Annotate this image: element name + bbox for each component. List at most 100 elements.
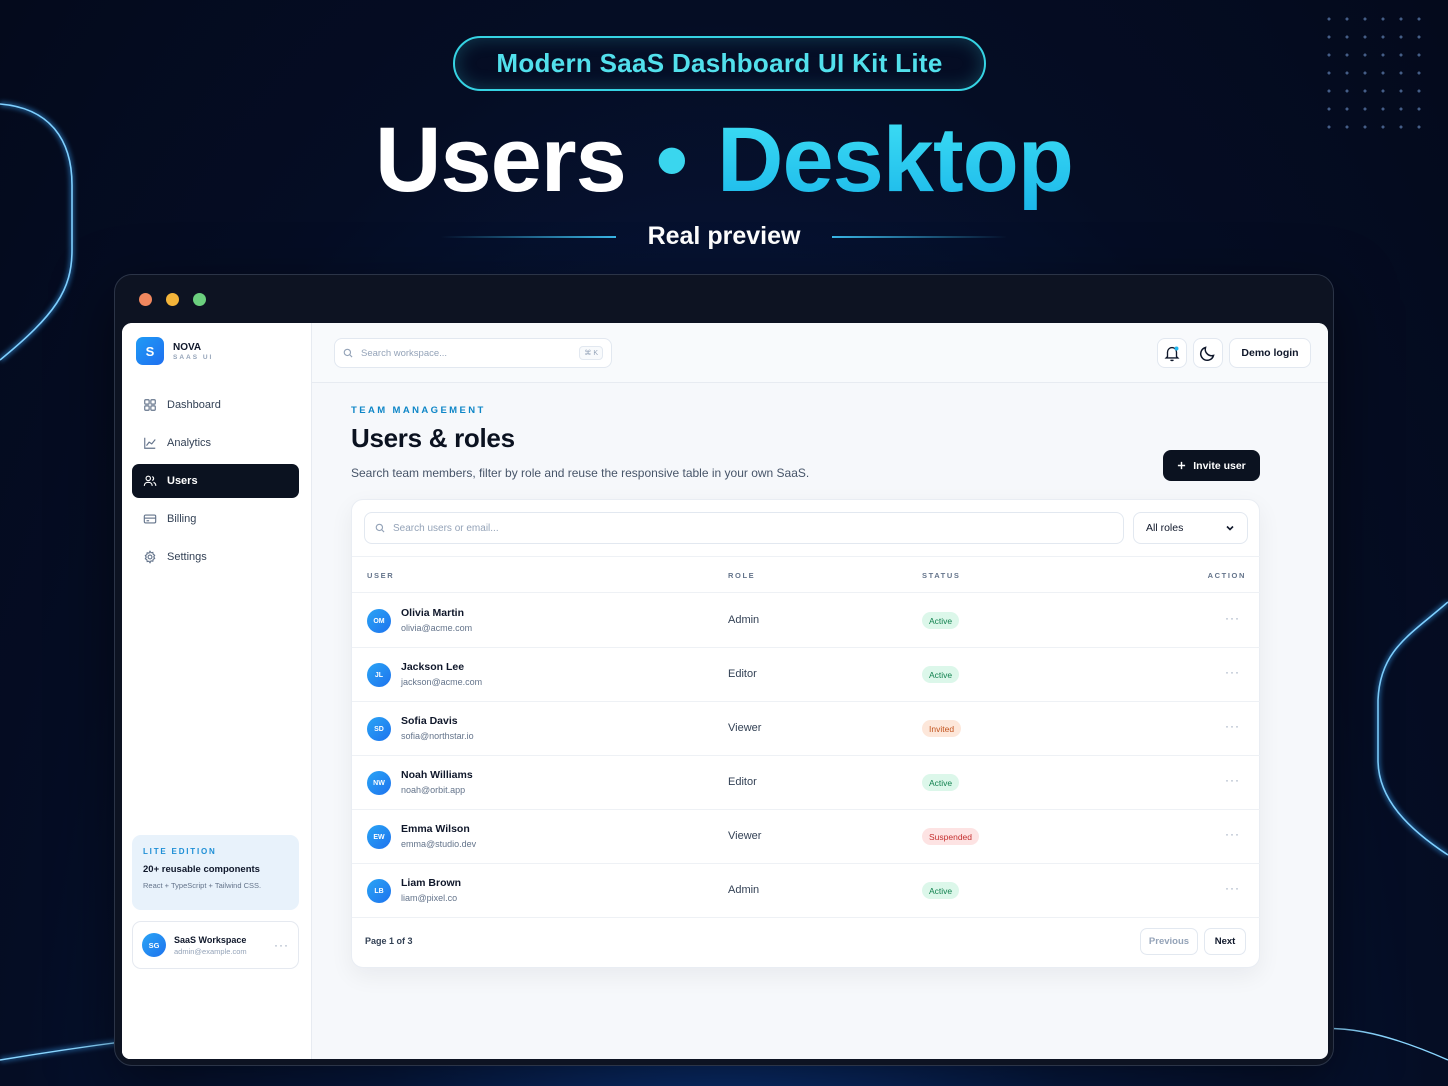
section-eyebrow: TEAM MANAGEMENT [351,405,486,416]
window-controls [139,293,206,306]
sidebar: S NOVA SAAS UI Dashboard Analytics Users [122,323,312,1059]
minimize-window-button[interactable] [166,293,179,306]
hero-title-right: Desktop [717,109,1074,211]
sidebar-nav: Dashboard Analytics Users Billing Settin… [132,388,299,578]
row-actions-more-icon[interactable]: ··· [1225,665,1240,679]
search-icon [375,523,385,533]
sidebar-item-users[interactable]: Users [132,464,299,498]
lite-edition-card: LITE EDITION 20+ reusable components Rea… [132,835,299,910]
page-title: Users & roles [351,423,515,453]
invite-user-label: Invite user [1193,459,1246,472]
workspace-email: admin@example.com [174,946,247,956]
user-email: emma@studio.dev [401,839,477,849]
settings-icon [144,550,156,564]
promo-kicker: LITE EDITION [143,847,217,856]
table-header: USER ROLE STATUS ACTION [352,556,1261,593]
user-name: Sofia Davis [401,715,458,727]
workspace-search-input[interactable]: Search workspace... ⌘ K [334,338,612,368]
avatar: OM [367,609,391,633]
topbar: Search workspace... ⌘ K Demo login [312,323,1328,383]
page-indicator: Page 1 of 3 [365,936,413,946]
promo-headline: 20+ reusable components [143,864,260,875]
workspace-switcher[interactable]: SG SaaS Workspace admin@example.com ··· [132,921,299,969]
user-name: Emma Wilson [401,823,470,835]
column-header-role: ROLE [728,571,756,580]
hero-subtitle: Real preview [647,222,801,250]
sidebar-item-label: Analytics [167,437,212,449]
previous-page-button[interactable]: Previous [1140,928,1198,955]
workspace-name: SaaS Workspace [174,934,247,945]
table-row[interactable]: SD Sofia Davis sofia@northstar.io Viewer Inv… [352,702,1261,756]
avatar: EW [367,825,391,849]
user-role: Editor [728,776,757,788]
table-row[interactable]: NW Noah Williams noah@orbit.app Editor Activ… [352,756,1261,810]
users-icon [143,475,157,486]
user-role: Viewer [728,830,762,842]
brand[interactable]: S NOVA SAAS UI [136,337,213,365]
user-role: Admin [728,614,760,626]
browser-window: S NOVA SAAS UI Dashboard Analytics Users [114,274,1334,1066]
sidebar-item-analytics[interactable]: Analytics [132,426,299,460]
shortcut-hint: ⌘ K [579,346,603,360]
notifications-button[interactable] [1157,338,1187,368]
column-header-user: USER [367,571,395,580]
avatar: SG [142,933,166,957]
status-badge: Active [922,612,960,629]
maximize-window-button[interactable] [193,293,206,306]
role-filter-select[interactable]: All roles [1133,512,1248,544]
row-actions-more-icon[interactable]: ··· [1225,719,1240,733]
avatar: LB [367,879,391,903]
user-role: Viewer [728,722,762,734]
table-row[interactable]: OM Olivia Martin olivia@acme.com Admin Activ… [352,594,1261,648]
avatar: SD [367,717,391,741]
hero-subtitle-row: Real preview [0,222,1448,251]
demo-login-button[interactable]: Demo login [1229,338,1311,368]
close-window-button[interactable] [139,293,152,306]
user-role: Editor [728,668,757,680]
search-icon [343,348,353,358]
user-name: Liam Brown [401,877,462,889]
column-header-status: STATUS [922,571,961,580]
brand-subtitle: SAAS UI [173,353,214,361]
brand-logo: S [136,337,164,365]
theme-toggle-button[interactable] [1193,338,1223,368]
sidebar-item-dashboard[interactable]: Dashboard [132,388,299,422]
invite-user-button[interactable]: Invite user [1163,450,1260,481]
user-email: noah@orbit.app [401,785,466,795]
status-badge: Active [922,882,960,899]
row-actions-more-icon[interactable]: ··· [1225,827,1240,841]
brand-name: NOVA [173,341,202,353]
sidebar-item-label: Settings [167,551,207,563]
sidebar-item-label: Billing [167,513,197,525]
row-actions-more-icon[interactable]: ··· [1225,611,1240,625]
user-email: jackson@acme.com [401,677,483,687]
more-icon[interactable]: ··· [274,938,289,952]
grid-icon [144,399,156,411]
user-name: Noah Williams [401,769,473,781]
role-filter-value: All roles [1146,522,1184,534]
promo-stack: React + TypeScript + Tailwind CSS. [143,881,262,890]
sidebar-item-label: Dashboard [167,399,221,411]
chart-icon [144,437,156,449]
page-description: Search team members, filter by role and … [351,466,810,480]
user-email: liam@pixel.co [401,893,458,903]
next-page-button[interactable]: Next [1204,928,1246,955]
table-row[interactable]: EW Emma Wilson emma@studio.dev Viewer Suspen… [352,810,1261,864]
sidebar-item-label: Users [167,475,198,487]
row-actions-more-icon[interactable]: ··· [1225,773,1240,787]
divider-line-left [440,235,616,238]
sidebar-item-billing[interactable]: Billing [132,502,299,536]
bell-icon [1164,346,1180,362]
user-email: sofia@northstar.io [401,731,474,741]
table-row[interactable]: JL Jackson Lee jackson@acme.com Editor Activ… [352,648,1261,702]
hero-title: Users • Desktop [0,108,1448,213]
user-search-input[interactable]: Search users or email... [364,512,1124,544]
row-actions-more-icon[interactable]: ··· [1225,881,1240,895]
status-badge: Active [922,774,960,791]
status-badge: Invited [922,720,962,737]
sidebar-item-settings[interactable]: Settings [132,540,299,574]
table-row[interactable]: LB Liam Brown liam@pixel.co Admin Active ··· [352,864,1261,918]
moon-icon [1199,346,1215,362]
users-table-card: Search users or email... All roles USER … [351,499,1261,968]
chevron-down-icon [1226,525,1234,531]
